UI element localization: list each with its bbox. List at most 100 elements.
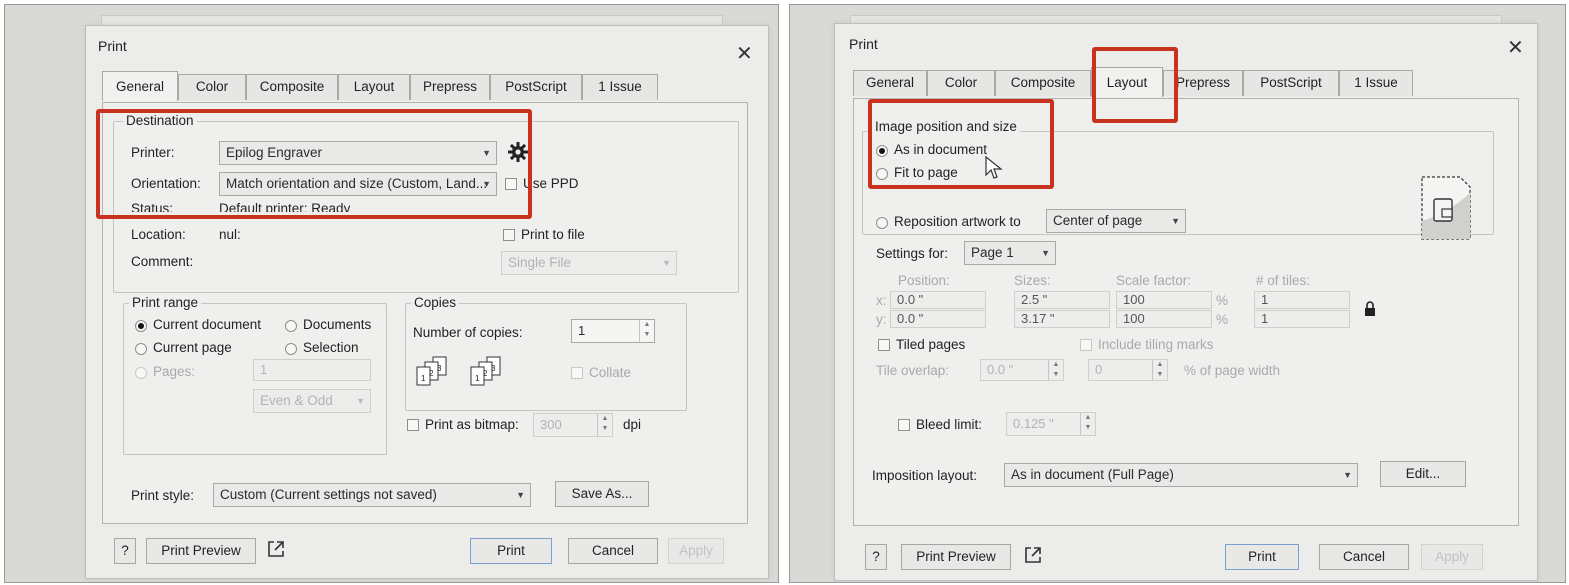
collate-checkbox[interactable] — [571, 367, 583, 379]
parity-value: Even & Odd — [260, 393, 333, 408]
tab-issues[interactable]: 1 Issue — [582, 74, 658, 100]
pages-radio[interactable] — [135, 367, 147, 379]
bleed-limit-input[interactable]: 0.125 " ▲ ▼ — [1006, 412, 1096, 436]
print-style-select[interactable]: Custom (Current settings not saved) ▼ — [213, 483, 531, 507]
imposition-layout-value: As in document (Full Page) — [1011, 467, 1174, 482]
left-screenshot-panel: Print ✕ General Color Composite Layout P… — [4, 4, 779, 583]
current-document-radio[interactable] — [135, 320, 147, 332]
height-input[interactable]: 3.17 " — [1014, 310, 1110, 328]
tab-composite[interactable]: Composite — [995, 70, 1091, 96]
x-position-input[interactable]: 0.0 " — [890, 291, 986, 309]
copies-input[interactable]: 1 ▲ ▼ — [571, 319, 655, 343]
print-range-legend: Print range — [129, 295, 202, 310]
tab-layout[interactable]: Layout — [338, 74, 410, 100]
tiles-x-input[interactable]: 1 — [1254, 291, 1350, 309]
number-of-copies-label: Number of copies: — [413, 325, 523, 340]
external-window-icon[interactable] — [266, 539, 286, 559]
spinner-icon[interactable]: ▲ ▼ — [1048, 360, 1063, 380]
percent-label: % — [1216, 293, 1229, 308]
tab-color[interactable]: Color — [927, 70, 995, 96]
print-to-file-checkbox[interactable] — [503, 229, 515, 241]
tab-general[interactable]: General — [853, 70, 927, 96]
chevron-down-icon: ▼ — [1041, 248, 1050, 258]
tile-overlap-input[interactable]: 0.0 " ▲ ▼ — [980, 359, 1064, 381]
tab-composite[interactable]: Composite — [246, 74, 338, 100]
tiles-y-input[interactable]: 1 — [1254, 310, 1350, 328]
help-button[interactable]: ? — [865, 544, 887, 570]
apply-button[interactable]: Apply — [668, 538, 724, 564]
imposition-layout-select[interactable]: As in document (Full Page) ▼ — [1004, 463, 1358, 487]
tiled-pages-checkbox[interactable] — [878, 339, 890, 351]
collate-pages-icon: 123123 — [415, 355, 525, 391]
edit-button[interactable]: Edit... — [1380, 461, 1466, 487]
spinner-icon[interactable]: ▲ ▼ — [597, 414, 612, 436]
tab-postscript[interactable]: PostScript — [1243, 70, 1339, 96]
scale-x-input[interactable]: 100 — [1116, 291, 1212, 309]
save-as-button[interactable]: Save As... — [555, 481, 649, 507]
settings-for-select[interactable]: Page 1 ▼ — [964, 241, 1056, 265]
print-preview-button[interactable]: Print Preview — [146, 538, 256, 564]
current-document-label: Current document — [153, 317, 262, 332]
current-page-radio[interactable] — [135, 343, 147, 355]
sizes-column-header: Sizes: — [1014, 273, 1051, 288]
reposition-value: Center of page — [1053, 213, 1143, 228]
bleed-limit-value: 0.125 " — [1013, 416, 1054, 431]
spinner-icon[interactable]: ▲ ▼ — [1080, 413, 1095, 435]
close-icon[interactable]: ✕ — [736, 44, 753, 64]
tiles-column-header: # of tiles: — [1256, 273, 1311, 288]
tab-bar: General Color Composite Layout Prepress … — [102, 71, 662, 102]
print-to-file-label: Print to file — [521, 227, 585, 242]
selection-radio[interactable] — [285, 343, 297, 355]
bleed-limit-checkbox[interactable] — [898, 419, 910, 431]
position-column-header: Position: — [898, 273, 950, 288]
parity-select[interactable]: Even & Odd ▼ — [253, 389, 371, 413]
chevron-down-icon: ▼ — [516, 490, 525, 500]
cancel-button[interactable]: Cancel — [568, 538, 658, 564]
image-position-highlight — [868, 99, 1054, 189]
reposition-select[interactable]: Center of page ▼ — [1046, 209, 1186, 233]
tab-prepress[interactable]: Prepress — [410, 74, 490, 100]
right-screenshot-panel: Print ✕ General Color Composite Layout P… — [789, 4, 1566, 583]
print-preview-button[interactable]: Print Preview — [901, 544, 1011, 570]
print-as-bitmap-checkbox[interactable] — [407, 419, 419, 431]
print-style-label: Print style: — [131, 488, 195, 503]
chevron-down-icon: ▼ — [662, 258, 671, 268]
bleed-limit-label: Bleed limit: — [916, 417, 983, 432]
chevron-down-icon: ▼ — [1171, 216, 1180, 226]
lock-icon[interactable] — [1364, 301, 1376, 317]
documents-radio[interactable] — [285, 320, 297, 332]
dialog-title: Print — [849, 36, 878, 52]
documents-label: Documents — [303, 317, 372, 332]
help-button[interactable]: ? — [114, 538, 136, 564]
pages-input[interactable]: 1 — [253, 359, 371, 381]
file-mode-select[interactable]: Single File ▼ — [501, 251, 677, 275]
collate-label: Collate — [589, 365, 632, 380]
spinner-icon[interactable]: ▲ ▼ — [639, 320, 654, 342]
cancel-button[interactable]: Cancel — [1319, 544, 1409, 570]
tile-overlap-percent-value: 0 — [1095, 362, 1103, 377]
print-button[interactable]: Print — [470, 538, 552, 564]
y-position-input[interactable]: 0.0 " — [890, 310, 986, 328]
include-tiling-marks-checkbox[interactable] — [1080, 339, 1092, 351]
dpi-input[interactable]: 300 ▲ ▼ — [533, 413, 613, 437]
x-label: x: — [876, 293, 887, 308]
tile-overlap-percent-input[interactable]: 0 ▲ ▼ — [1088, 359, 1168, 381]
apply-button[interactable]: Apply — [1421, 544, 1483, 570]
location-label: Location: — [131, 227, 186, 242]
svg-text:1: 1 — [475, 374, 480, 383]
scale-y-input[interactable]: 100 — [1116, 310, 1212, 328]
tab-color[interactable]: Color — [178, 74, 246, 100]
tab-general[interactable]: General — [102, 71, 178, 101]
tab-postscript[interactable]: PostScript — [490, 74, 582, 100]
dialog-title: Print — [98, 38, 127, 54]
current-page-label: Current page — [153, 340, 232, 355]
external-window-icon[interactable] — [1023, 545, 1043, 565]
close-icon[interactable]: ✕ — [1507, 38, 1524, 58]
scale-factor-column-header: Scale factor: — [1116, 273, 1192, 288]
print-button[interactable]: Print — [1225, 544, 1299, 570]
width-input[interactable]: 2.5 " — [1014, 291, 1110, 309]
tab-issues[interactable]: 1 Issue — [1339, 70, 1413, 96]
reposition-artwork-radio[interactable] — [876, 217, 888, 229]
spinner-icon[interactable]: ▲ ▼ — [1152, 360, 1167, 380]
svg-text:3: 3 — [491, 364, 496, 373]
